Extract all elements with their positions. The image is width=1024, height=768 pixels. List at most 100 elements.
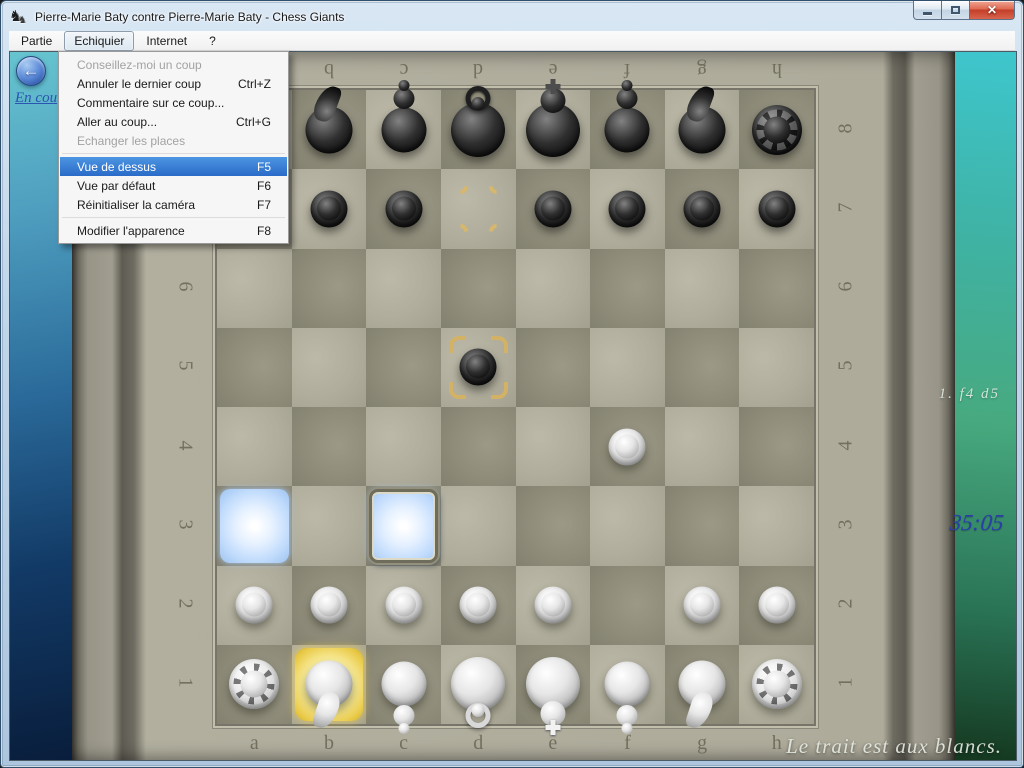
square-b6[interactable] — [292, 249, 367, 328]
square-g4[interactable] — [665, 407, 740, 486]
square-e4[interactable] — [516, 407, 591, 486]
square-d4[interactable] — [441, 407, 516, 486]
black-queen-d8[interactable] — [446, 98, 510, 162]
white-pawn-b2[interactable] — [297, 573, 361, 637]
back-button[interactable]: ← — [16, 56, 46, 86]
maximize-button[interactable] — [942, 1, 970, 20]
square-d3[interactable] — [441, 486, 516, 565]
square-a4[interactable] — [217, 407, 292, 486]
menubar-item-echiquier[interactable]: Echiquier — [64, 31, 134, 51]
menu-item-r-initialiser-la-cam-ra[interactable]: Réinitialiser la caméraF7 — [60, 195, 287, 214]
square-g3[interactable] — [665, 486, 740, 565]
square-f3[interactable] — [590, 486, 665, 565]
menubar-item-internet[interactable]: Internet — [136, 31, 197, 51]
menu-item-shortcut: F7 — [257, 198, 287, 212]
origin-marker-d7 — [444, 172, 513, 245]
black-bishop-f8[interactable] — [595, 98, 659, 162]
rank-label-left-6: 6 — [174, 272, 197, 302]
square-c4[interactable] — [366, 407, 441, 486]
white-pawn-f4[interactable] — [595, 415, 659, 479]
menu-item-annuler-le-dernier-coup[interactable]: Annuler le dernier coupCtrl+Z — [60, 74, 287, 93]
square-g6[interactable] — [665, 249, 740, 328]
title-bar[interactable]: ♞♞ Pierre-Marie Baty contre Pierre-Marie… — [1, 1, 1023, 31]
origin-chevron-icon — [450, 176, 471, 197]
square-b5[interactable] — [292, 328, 367, 407]
square-f6[interactable] — [590, 249, 665, 328]
white-bishop-c1[interactable] — [372, 652, 436, 716]
black-pawn-d5[interactable] — [446, 335, 510, 399]
square-a5[interactable] — [217, 328, 292, 407]
cursor-marker-c3 — [369, 489, 438, 562]
minimize-button[interactable] — [913, 1, 942, 20]
square-h3[interactable] — [739, 486, 814, 565]
black-pawn-b7[interactable] — [297, 177, 361, 241]
white-pawn-h2[interactable] — [745, 573, 809, 637]
square-e6[interactable] — [516, 249, 591, 328]
square-b3[interactable] — [292, 486, 367, 565]
menu-item-shortcut: F6 — [257, 179, 287, 193]
menubar-item-?[interactable]: ? — [199, 31, 226, 51]
white-pawn-e2[interactable] — [521, 573, 585, 637]
square-a6[interactable] — [217, 249, 292, 328]
rank-label-left-1: 1 — [174, 668, 197, 698]
black-pawn-f7[interactable] — [595, 177, 659, 241]
app-icon-small-knight: ♞ — [18, 11, 27, 31]
black-knight-g8[interactable] — [670, 98, 734, 162]
white-knight-b1[interactable] — [297, 652, 361, 716]
square-g5[interactable] — [665, 328, 740, 407]
origin-chevron-icon — [485, 176, 506, 197]
target-marker-a3[interactable] — [220, 489, 289, 562]
app-window: ♞♞ Pierre-Marie Baty contre Pierre-Marie… — [0, 0, 1024, 768]
file-label-top-h: h — [762, 58, 792, 81]
square-c6[interactable] — [366, 249, 441, 328]
menu-item-vue-de-dessus[interactable]: Vue de dessusF5 — [60, 157, 287, 176]
game-clock: 35:05 — [949, 510, 1005, 536]
rank-label-left-2: 2 — [174, 589, 197, 619]
file-label-bottom-g: g — [687, 732, 717, 755]
menubar-item-partie[interactable]: Partie — [11, 31, 62, 51]
white-pawn-a2[interactable] — [222, 573, 286, 637]
black-pawn-g7[interactable] — [670, 177, 734, 241]
menu-item-aller-au-coup[interactable]: Aller au coup...Ctrl+G — [60, 112, 287, 131]
square-f2[interactable] — [590, 566, 665, 645]
white-rook-a1[interactable] — [222, 652, 286, 716]
square-h5[interactable] — [739, 328, 814, 407]
move-list-text: 1. f4 d5 — [939, 386, 1000, 403]
white-king-e1[interactable] — [521, 652, 585, 716]
square-e3[interactable] — [516, 486, 591, 565]
black-knight-b8[interactable] — [297, 98, 361, 162]
square-h6[interactable] — [739, 249, 814, 328]
square-e5[interactable] — [516, 328, 591, 407]
menu-item-modifier-l-apparence[interactable]: Modifier l'apparenceF8 — [60, 221, 287, 240]
menu-separator — [62, 217, 285, 218]
rank-label-right-1: 1 — [835, 668, 858, 698]
black-rook-h8[interactable] — [745, 98, 809, 162]
black-pawn-h7[interactable] — [745, 177, 809, 241]
file-label-top-c: c — [389, 58, 419, 81]
black-pawn-c7[interactable] — [372, 177, 436, 241]
menu-item-echanger-les-places: Echanger les places — [60, 131, 287, 150]
black-king-e8[interactable] — [521, 98, 585, 162]
rank-label-right-2: 2 — [835, 589, 858, 619]
menu-item-vue-par-d-faut[interactable]: Vue par défautF6 — [60, 176, 287, 195]
white-queen-d1[interactable] — [446, 652, 510, 716]
close-button[interactable]: ✕ — [970, 1, 1015, 20]
white-pawn-d2[interactable] — [446, 573, 510, 637]
square-c5[interactable] — [366, 328, 441, 407]
square-h4[interactable] — [739, 407, 814, 486]
origin-chevron-icon — [485, 220, 506, 241]
rank-label-right-5: 5 — [835, 351, 858, 381]
square-b4[interactable] — [292, 407, 367, 486]
white-pawn-g2[interactable] — [670, 573, 734, 637]
white-bishop-f1[interactable] — [595, 652, 659, 716]
square-d6[interactable] — [441, 249, 516, 328]
app-icon: ♞♞ — [9, 7, 31, 27]
white-knight-g1[interactable] — [670, 652, 734, 716]
black-bishop-c8[interactable] — [372, 98, 436, 162]
white-pawn-c2[interactable] — [372, 573, 436, 637]
menu-item-commentaire-sur-ce-coup[interactable]: Commentaire sur ce coup... — [60, 93, 287, 112]
black-pawn-e7[interactable] — [521, 177, 585, 241]
square-f5[interactable] — [590, 328, 665, 407]
menu-item-label: Aller au coup... — [60, 115, 236, 129]
white-rook-h1[interactable] — [745, 652, 809, 716]
